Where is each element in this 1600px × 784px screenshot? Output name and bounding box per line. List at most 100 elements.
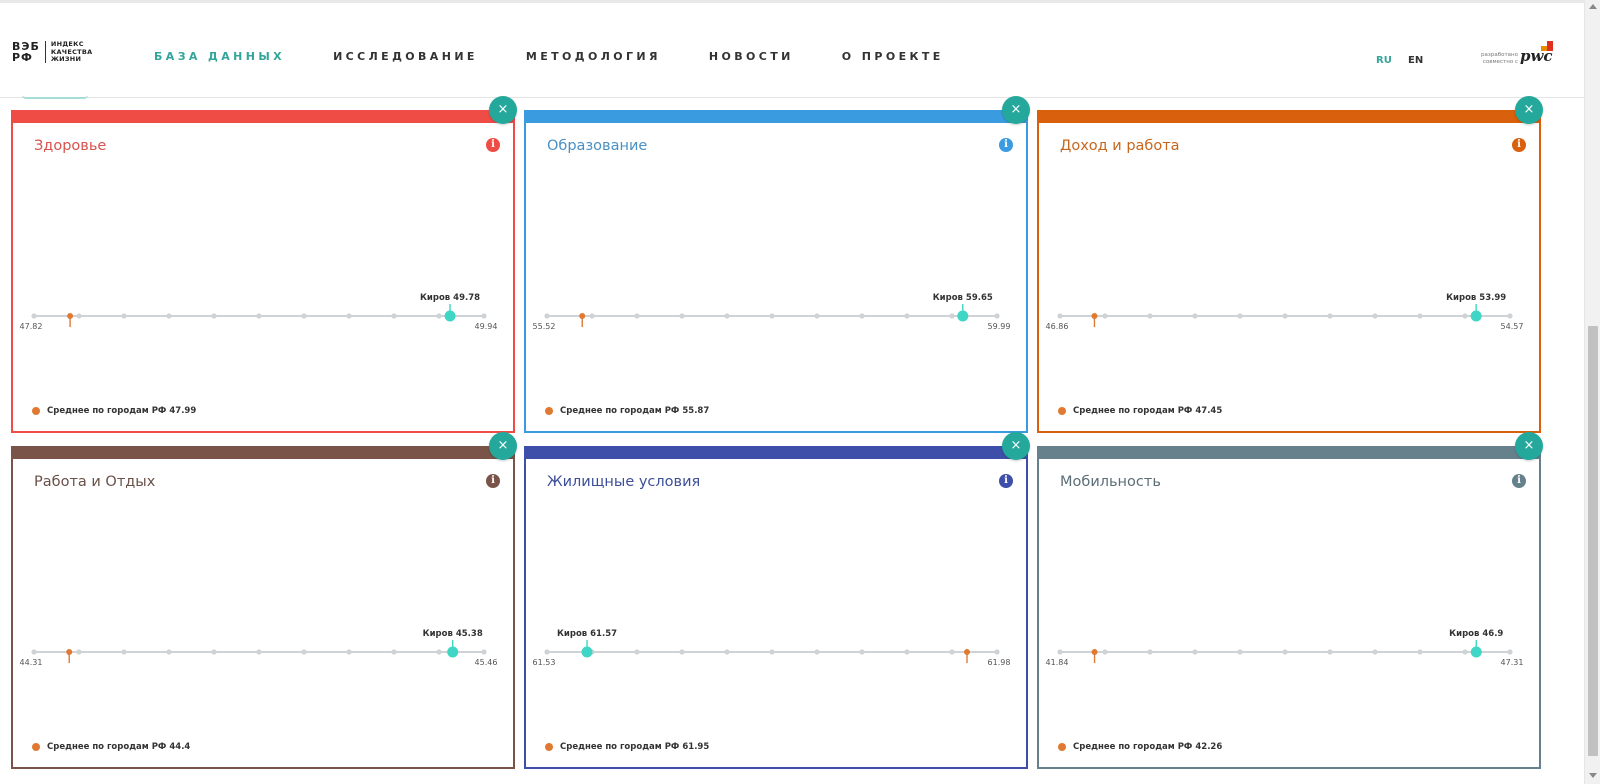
partner-caption-line-1: разработано: [1481, 52, 1518, 58]
average-legend: Среднее по городам РФ 42.26: [1058, 742, 1222, 752]
scale-tick: [76, 313, 82, 319]
close-card-button[interactable]: ×: [1515, 96, 1543, 124]
logo-divider: [44, 41, 46, 64]
average-legend-value: 47.99: [169, 406, 197, 416]
indicator-scale: Киров 61.57 61.53 61.98: [533, 629, 1011, 667]
scale-tick: [814, 649, 820, 655]
average-legend-label: Среднее по городам РФ: [560, 742, 680, 752]
close-card-button[interactable]: ×: [489, 432, 517, 460]
average-marker[interactable]: [1091, 649, 1098, 655]
scale-tick: [436, 313, 442, 319]
city-value-label: Киров 61.57: [557, 629, 617, 639]
average-marker[interactable]: [964, 649, 970, 655]
close-card-button[interactable]: ×: [1515, 432, 1543, 460]
scale-min-label: 55.52: [533, 322, 556, 331]
scroll-thumb[interactable]: [1588, 326, 1598, 756]
scale-tick: [769, 649, 775, 655]
city-name: Киров: [933, 293, 963, 303]
city-value-label: Киров 53.99: [1446, 293, 1506, 303]
average-legend-value: 44.4: [169, 742, 191, 752]
scale-tick: [1327, 649, 1333, 655]
indicator-scale: Киров 53.99 46.86 54.57: [1046, 293, 1524, 331]
city-value: 53.99: [1479, 293, 1506, 303]
page-scrollbar[interactable]: [1584, 0, 1600, 784]
average-marker[interactable]: [66, 649, 73, 655]
average-marker[interactable]: [579, 313, 586, 319]
scale-tick: [346, 313, 352, 319]
city-name: Киров: [1449, 629, 1479, 639]
scale-tick: [481, 649, 487, 655]
scroll-down-arrow-icon[interactable]: [1589, 773, 1597, 778]
nav-methodology[interactable]: МЕТОДОЛОГИЯ: [526, 50, 661, 63]
scale-tick: [859, 649, 865, 655]
city-marker[interactable]: [444, 310, 456, 322]
indicator-card: Работа и Отдых i Киров 45.38 44.31 45.46 Сред…: [11, 446, 515, 769]
city-marker[interactable]: [1470, 646, 1482, 658]
nav-news[interactable]: НОВОСТИ: [709, 50, 794, 63]
close-card-button[interactable]: ×: [489, 96, 517, 124]
scale-tick: [589, 313, 595, 319]
nav-research[interactable]: ИССЛЕДОВАНИЕ: [333, 50, 478, 63]
scale-tick: [1417, 649, 1423, 655]
scale-tick: [391, 649, 397, 655]
average-legend-dot: [1058, 743, 1066, 751]
scale-tick: [1462, 649, 1468, 655]
scale-tick: [994, 649, 1000, 655]
scale-tick: [634, 313, 640, 319]
indicator-card: Образование i Киров 59.65 55.52 59.99 Среднее…: [524, 110, 1028, 433]
scale-tick: [166, 313, 172, 319]
veb-logo[interactable]: ВЭБ РФ ИНДЕКС КАЧЕСТВА ЖИЗНИ: [12, 40, 93, 65]
nav-about[interactable]: О ПРОЕКТЕ: [842, 50, 944, 63]
city-marker[interactable]: [447, 646, 459, 658]
average-legend: Среднее по городам РФ 47.99: [32, 406, 196, 416]
indicator-scale: Киров 49.78 47.82 49.94: [20, 293, 498, 331]
scale-tick: [256, 313, 262, 319]
average-legend-dot: [545, 743, 553, 751]
scale-tick: [679, 649, 685, 655]
scale-tick: [1417, 313, 1423, 319]
average-legend-value: 47.45: [1195, 406, 1223, 416]
city-marker[interactable]: [581, 646, 593, 658]
city-value: 59.65: [966, 293, 993, 303]
scale-tick: [391, 313, 397, 319]
city-value-label: Киров 45.38: [423, 629, 483, 639]
average-legend-label: Среднее по городам РФ: [47, 742, 167, 752]
average-legend-label: Среднее по городам РФ: [1073, 742, 1193, 752]
indicator-scale: Киров 46.9 41.84 47.31: [1046, 629, 1524, 667]
lang-en-button[interactable]: EN: [1408, 55, 1423, 66]
close-card-button[interactable]: ×: [1002, 96, 1030, 124]
scale-tick: [1327, 313, 1333, 319]
scale-tick: [481, 313, 487, 319]
close-card-button[interactable]: ×: [1002, 432, 1030, 460]
lang-ru-button[interactable]: RU: [1376, 55, 1392, 66]
logo-mark-bottom: РФ: [12, 51, 33, 65]
scrolled-element-edge: [22, 95, 88, 99]
average-marker[interactable]: [67, 313, 74, 319]
scale-tick: [1507, 313, 1513, 319]
average-marker[interactable]: [1091, 313, 1098, 319]
scale-tick: [211, 649, 217, 655]
nav-database[interactable]: БАЗА ДАННЫХ: [154, 50, 285, 63]
city-marker[interactable]: [1470, 310, 1482, 322]
scale-tick: [76, 649, 82, 655]
scale-tick: [346, 649, 352, 655]
average-legend: Среднее по городам РФ 44.4: [32, 742, 190, 752]
partner-caption-line-2: совместно с: [1482, 59, 1518, 65]
pwc-logo[interactable]: pwc: [1520, 47, 1553, 65]
average-legend-dot: [32, 743, 40, 751]
city-value-label: Киров 59.65: [933, 293, 993, 303]
scale-tick: [121, 313, 127, 319]
logo-text: ИНДЕКС КАЧЕСТВА ЖИЗНИ: [51, 40, 93, 64]
city-value-label: Киров 46.9: [1449, 629, 1503, 639]
scale-tick: [256, 649, 262, 655]
scale-tick: [1237, 649, 1243, 655]
city-marker[interactable]: [957, 310, 969, 322]
indicator-card: Здоровье i Киров 49.78 47.82 49.94 Среднее по…: [11, 110, 515, 433]
scale-tick: [121, 649, 127, 655]
scale-tick: [949, 649, 955, 655]
scale-tick: [301, 313, 307, 319]
scale-max-label: 61.98: [988, 658, 1011, 667]
city-name: Киров: [420, 293, 450, 303]
scale-max-label: 47.31: [1501, 658, 1524, 667]
scroll-up-arrow-icon[interactable]: [1589, 4, 1597, 9]
